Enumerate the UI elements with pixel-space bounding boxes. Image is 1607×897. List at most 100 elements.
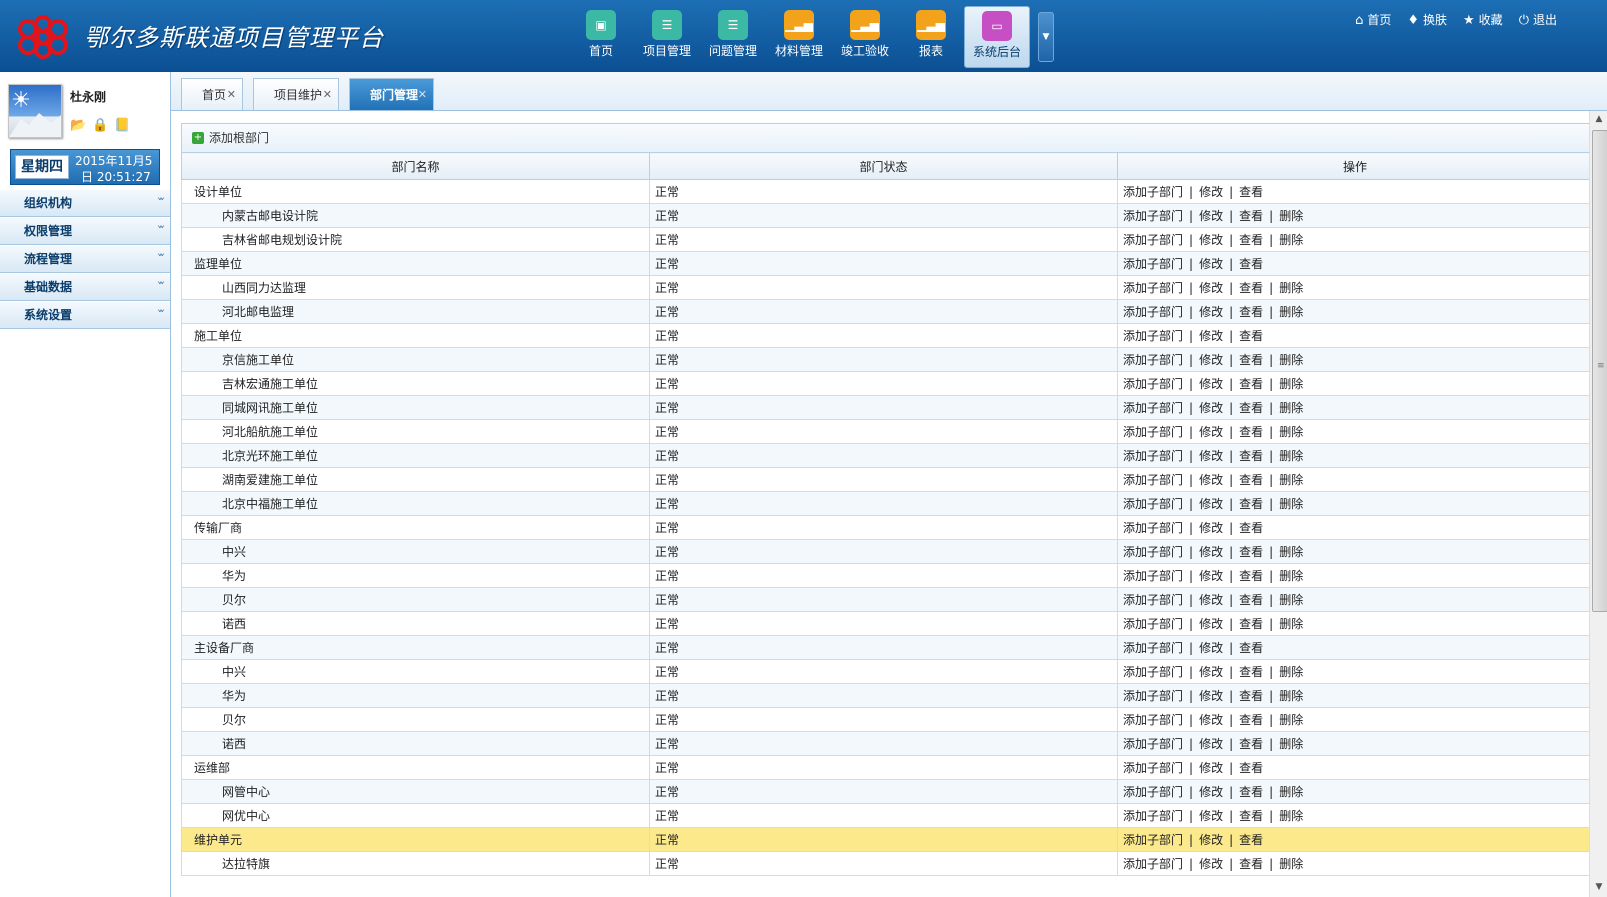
edit-link[interactable]: 修改 bbox=[1199, 833, 1223, 847]
view-link[interactable]: 查看 bbox=[1239, 497, 1263, 511]
view-link[interactable]: 查看 bbox=[1239, 761, 1263, 775]
edit-link[interactable]: 修改 bbox=[1199, 785, 1223, 799]
add-child-department-link[interactable]: 添加子部门 bbox=[1123, 545, 1183, 559]
edit-link[interactable]: 修改 bbox=[1199, 617, 1223, 631]
nav-item-4[interactable]: ▁▃▅ 竣工验收 bbox=[832, 6, 898, 68]
nav-more-dropdown-icon[interactable]: ▼ bbox=[1038, 12, 1054, 62]
edit-link[interactable]: 修改 bbox=[1199, 305, 1223, 319]
add-child-department-link[interactable]: 添加子部门 bbox=[1123, 305, 1183, 319]
nav-item-3[interactable]: ▁▃▅ 材料管理 bbox=[766, 6, 832, 68]
vertical-scrollbar[interactable]: ▲ ≡ ▼ bbox=[1589, 111, 1607, 897]
edit-link[interactable]: 修改 bbox=[1199, 545, 1223, 559]
view-link[interactable]: 查看 bbox=[1239, 377, 1263, 391]
edit-link[interactable]: 修改 bbox=[1199, 713, 1223, 727]
edit-link[interactable]: 修改 bbox=[1199, 185, 1223, 199]
table-row[interactable]: 北京中福施工单位 正常 添加子部门 | 修改 | 查看 | 删除 bbox=[181, 491, 1589, 516]
edit-link[interactable]: 修改 bbox=[1199, 569, 1223, 583]
delete-link[interactable]: 删除 bbox=[1279, 209, 1303, 223]
view-link[interactable]: 查看 bbox=[1239, 353, 1263, 367]
view-link[interactable]: 查看 bbox=[1239, 521, 1263, 535]
top-link-1[interactable]: ♦ 换肤 bbox=[1407, 11, 1447, 28]
delete-link[interactable]: 删除 bbox=[1279, 569, 1303, 583]
edit-link[interactable]: 修改 bbox=[1199, 281, 1223, 295]
view-link[interactable]: 查看 bbox=[1239, 809, 1263, 823]
edit-link[interactable]: 修改 bbox=[1199, 401, 1223, 415]
table-row[interactable]: 运维部 正常 添加子部门 | 修改 | 查看 bbox=[181, 755, 1589, 780]
scrollbar-thumb[interactable]: ≡ bbox=[1592, 130, 1607, 612]
edit-link[interactable]: 修改 bbox=[1199, 497, 1223, 511]
delete-link[interactable]: 删除 bbox=[1279, 401, 1303, 415]
add-child-department-link[interactable]: 添加子部门 bbox=[1123, 857, 1183, 871]
table-row[interactable]: 山西同力达监理 正常 添加子部门 | 修改 | 查看 | 删除 bbox=[181, 275, 1589, 300]
add-child-department-link[interactable]: 添加子部门 bbox=[1123, 473, 1183, 487]
table-row[interactable]: 吉林省邮电规划设计院 正常 添加子部门 | 修改 | 查看 | 删除 bbox=[181, 227, 1589, 252]
delete-link[interactable]: 删除 bbox=[1279, 593, 1303, 607]
view-link[interactable]: 查看 bbox=[1239, 209, 1263, 223]
add-child-department-link[interactable]: 添加子部门 bbox=[1123, 737, 1183, 751]
top-link-0[interactable]: ⌂ 首页 bbox=[1355, 11, 1391, 28]
view-link[interactable]: 查看 bbox=[1239, 545, 1263, 559]
add-root-department-button[interactable]: + 添加根部门 bbox=[192, 129, 269, 146]
table-row[interactable]: 贝尔 正常 添加子部门 | 修改 | 查看 | 删除 bbox=[181, 707, 1589, 732]
nav-item-2[interactable]: ☰ 问题管理 bbox=[700, 6, 766, 68]
view-link[interactable]: 查看 bbox=[1239, 401, 1263, 415]
top-link-3[interactable]: ⏻ 退出 bbox=[1519, 11, 1557, 28]
table-row[interactable]: 河北邮电监理 正常 添加子部门 | 修改 | 查看 | 删除 bbox=[181, 299, 1589, 324]
top-link-2[interactable]: ★ 收藏 bbox=[1463, 11, 1503, 28]
view-link[interactable]: 查看 bbox=[1239, 713, 1263, 727]
delete-link[interactable]: 删除 bbox=[1279, 449, 1303, 463]
add-child-department-link[interactable]: 添加子部门 bbox=[1123, 689, 1183, 703]
edit-link[interactable]: 修改 bbox=[1199, 473, 1223, 487]
delete-link[interactable]: 删除 bbox=[1279, 617, 1303, 631]
delete-link[interactable]: 删除 bbox=[1279, 665, 1303, 679]
edit-link[interactable]: 修改 bbox=[1199, 761, 1223, 775]
edit-link[interactable]: 修改 bbox=[1199, 665, 1223, 679]
tab-home[interactable]: 首页 ✕ bbox=[181, 78, 243, 110]
delete-link[interactable]: 删除 bbox=[1279, 689, 1303, 703]
view-link[interactable]: 查看 bbox=[1239, 857, 1263, 871]
table-row[interactable]: 内蒙古邮电设计院 正常 添加子部门 | 修改 | 查看 | 删除 bbox=[181, 203, 1589, 228]
edit-link[interactable]: 修改 bbox=[1199, 641, 1223, 655]
view-link[interactable]: 查看 bbox=[1239, 833, 1263, 847]
table-row[interactable]: 施工单位 正常 添加子部门 | 修改 | 查看 bbox=[181, 323, 1589, 348]
table-row[interactable]: 华为 正常 添加子部门 | 修改 | 查看 | 删除 bbox=[181, 683, 1589, 708]
add-child-department-link[interactable]: 添加子部门 bbox=[1123, 401, 1183, 415]
edit-link[interactable]: 修改 bbox=[1199, 689, 1223, 703]
add-child-department-link[interactable]: 添加子部门 bbox=[1123, 593, 1183, 607]
table-row[interactable]: 达拉特旗 正常 添加子部门 | 修改 | 查看 | 删除 bbox=[181, 851, 1589, 876]
table-row[interactable]: 贝尔 正常 添加子部门 | 修改 | 查看 | 删除 bbox=[181, 587, 1589, 612]
nav-item-1[interactable]: ☰ 项目管理 bbox=[634, 6, 700, 68]
delete-link[interactable]: 删除 bbox=[1279, 545, 1303, 559]
table-row[interactable]: 诺西 正常 添加子部门 | 修改 | 查看 | 删除 bbox=[181, 611, 1589, 636]
table-row[interactable]: 网管中心 正常 添加子部门 | 修改 | 查看 | 删除 bbox=[181, 779, 1589, 804]
tab-project-maintenance[interactable]: 项目维护 ✕ bbox=[253, 78, 339, 110]
view-link[interactable]: 查看 bbox=[1239, 329, 1263, 343]
view-link[interactable]: 查看 bbox=[1239, 785, 1263, 799]
add-child-department-link[interactable]: 添加子部门 bbox=[1123, 353, 1183, 367]
add-child-department-link[interactable]: 添加子部门 bbox=[1123, 497, 1183, 511]
table-row[interactable]: 监理单位 正常 添加子部门 | 修改 | 查看 bbox=[181, 251, 1589, 276]
view-link[interactable]: 查看 bbox=[1239, 569, 1263, 583]
column-header-status[interactable]: 部门状态 bbox=[649, 152, 1118, 180]
scroll-up-arrow-icon[interactable]: ▲ bbox=[1593, 114, 1605, 126]
view-link[interactable]: 查看 bbox=[1239, 641, 1263, 655]
delete-link[interactable]: 删除 bbox=[1279, 713, 1303, 727]
add-child-department-link[interactable]: 添加子部门 bbox=[1123, 257, 1183, 271]
sidebar-item-0[interactable]: 组织机构 ˅˅ bbox=[0, 190, 170, 217]
edit-link[interactable]: 修改 bbox=[1199, 737, 1223, 751]
edit-link[interactable]: 修改 bbox=[1199, 233, 1223, 247]
avatar[interactable] bbox=[8, 84, 62, 138]
table-row[interactable]: 诺西 正常 添加子部门 | 修改 | 查看 | 删除 bbox=[181, 731, 1589, 756]
add-child-department-link[interactable]: 添加子部门 bbox=[1123, 185, 1183, 199]
delete-link[interactable]: 删除 bbox=[1279, 425, 1303, 439]
scroll-down-arrow-icon[interactable]: ▼ bbox=[1593, 882, 1605, 894]
edit-link[interactable]: 修改 bbox=[1199, 353, 1223, 367]
close-icon[interactable]: ✕ bbox=[227, 79, 236, 111]
edit-link[interactable]: 修改 bbox=[1199, 377, 1223, 391]
view-link[interactable]: 查看 bbox=[1239, 449, 1263, 463]
add-child-department-link[interactable]: 添加子部门 bbox=[1123, 329, 1183, 343]
edit-link[interactable]: 修改 bbox=[1199, 209, 1223, 223]
view-link[interactable]: 查看 bbox=[1239, 305, 1263, 319]
sidebar-item-4[interactable]: 系统设置 ˅˅ bbox=[0, 302, 170, 329]
add-child-department-link[interactable]: 添加子部门 bbox=[1123, 785, 1183, 799]
